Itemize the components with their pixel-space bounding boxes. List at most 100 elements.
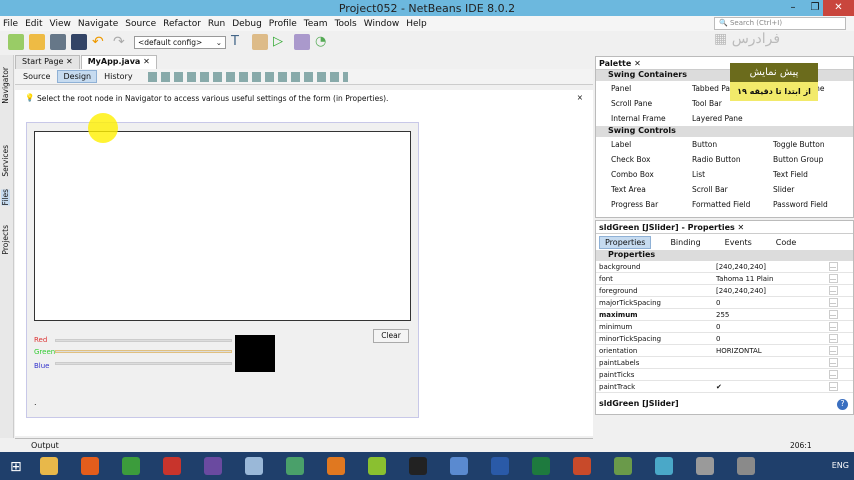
property-row[interactable]: minorTickSpacing 0… [596,333,853,345]
taskbar-app-icon[interactable] [204,457,222,475]
green-slider[interactable] [55,350,232,353]
ellipsis-button[interactable]: … [829,370,838,379]
blue-slider[interactable] [55,362,232,365]
redo-icon[interactable]: ↷ [113,34,129,50]
property-row[interactable]: minimum 0… [596,321,853,333]
drawing-panel[interactable] [34,131,411,321]
profile-icon[interactable]: ◔ [315,34,331,50]
clear-button[interactable]: Clear [373,329,409,343]
menu-edit[interactable]: Edit [25,19,42,29]
menu-profile[interactable]: Profile [269,19,297,29]
taskbar-app-icon[interactable] [81,457,99,475]
palette-item[interactable]: Button Group [758,155,839,164]
undo-icon[interactable]: ↶ [92,34,108,50]
palette-item[interactable]: Scroll Pane [596,99,677,108]
property-value[interactable]: [240,240,240] [716,287,829,295]
palette-item[interactable]: Internal Frame [596,114,677,123]
properties-section[interactable]: Properties [596,250,853,261]
property-row[interactable]: maximum 255… [596,309,853,321]
palette-item[interactable]: Combo Box [596,170,677,179]
ellipsis-button[interactable]: … [829,358,838,367]
source-tab[interactable]: Source [18,71,55,82]
ellipsis-button[interactable]: … [829,274,838,283]
projects-tab[interactable]: Projects [1,225,10,255]
taskbar-app-icon[interactable] [40,457,58,475]
property-value[interactable]: 0 [716,299,829,307]
palette-item[interactable]: Layered Pane [677,114,758,123]
language-indicator[interactable]: ENG [832,461,849,470]
property-row[interactable]: paintTicks… [596,369,853,381]
code-tab[interactable]: Code [771,237,801,248]
menu-navigate[interactable]: Navigate [78,19,118,29]
close-button[interactable]: ✕ [823,0,854,16]
layout-tools-icons[interactable] [147,71,348,82]
taskbar-app-icon[interactable] [368,457,386,475]
new-file-icon[interactable] [29,34,45,50]
palette-group-header[interactable]: Swing Controls [596,126,853,137]
property-row[interactable]: majorTickSpacing 0… [596,297,853,309]
palette-item[interactable]: Check Box [596,155,677,164]
palette-item[interactable]: Slider [758,185,839,194]
palette-item[interactable]: Text Area [596,185,677,194]
palette-item[interactable]: Button [677,140,758,149]
property-row[interactable]: foreground [240,240,240]… [596,285,853,297]
property-row[interactable]: orientation HORIZONTAL… [596,345,853,357]
ellipsis-button[interactable]: … [829,310,838,319]
new-project-icon[interactable] [8,34,24,50]
taskbar-app-icon[interactable] [696,457,714,475]
property-value[interactable]: HORIZONTAL [716,347,829,355]
help-icon[interactable]: ? [837,399,848,410]
property-value[interactable]: 0 [716,335,829,343]
taskbar-app-icon[interactable] [163,457,181,475]
config-select[interactable]: <default config> ⌄ [134,35,226,49]
ellipsis-button[interactable]: … [829,322,838,331]
menu-view[interactable]: View [50,19,71,29]
taskbar-app-icon[interactable] [286,457,304,475]
palette-item[interactable]: Panel [596,84,677,93]
debug-icon[interactable] [294,34,310,50]
events-tab[interactable]: Events [720,237,757,248]
ellipsis-button[interactable]: … [829,334,838,343]
binding-tab[interactable]: Binding [665,237,705,248]
palette-item[interactable]: Formatted Field [677,200,758,209]
menu-team[interactable]: Team [304,19,328,29]
tab-start-page[interactable]: Start Page ✕ [15,55,80,69]
menu-debug[interactable]: Debug [232,19,262,29]
properties-tab[interactable]: Properties [599,235,652,249]
taskbar-app-icon[interactable] [327,457,345,475]
palette-item[interactable]: Progress Bar [596,200,677,209]
output-tab[interactable]: Output [15,438,593,452]
menu-run[interactable]: Run [208,19,225,29]
build-icon[interactable]: T [231,34,247,50]
run-icon[interactable]: ▷ [273,34,289,50]
ellipsis-button[interactable]: … [829,286,838,295]
property-row[interactable]: background [240,240,240]… [596,261,853,273]
menu-file[interactable]: File [3,19,18,29]
red-slider[interactable] [55,339,232,342]
clean-build-icon[interactable] [252,34,268,50]
taskbar-app-icon[interactable] [245,457,263,475]
palette-item[interactable]: Password Field [758,200,839,209]
taskbar-app-icon[interactable] [573,457,591,475]
menu-refactor[interactable]: Refactor [163,19,201,29]
files-tab[interactable]: Files [1,189,10,206]
menu-source[interactable]: Source [125,19,156,29]
property-value[interactable]: 255 [716,311,829,319]
design-tab[interactable]: Design [57,70,98,83]
search-input[interactable]: 🔍 Search (Ctrl+I) [714,17,846,30]
close-hint-icon[interactable]: × [577,93,583,102]
windows-start-icon[interactable]: ⊞ [10,459,22,475]
taskbar-app-icon[interactable] [491,457,509,475]
palette-item[interactable]: List [677,170,758,179]
ellipsis-button[interactable]: … [829,346,838,355]
services-tab[interactable]: Services [1,145,10,177]
taskbar-app-icon[interactable] [122,457,140,475]
property-value[interactable]: ✔ [716,383,829,391]
menu-window[interactable]: Window [364,19,400,29]
navigator-tab[interactable]: Navigator [1,67,10,104]
tab-myapp-java[interactable]: MyApp.java ✕ [80,55,157,69]
taskbar-app-icon[interactable] [655,457,673,475]
property-value[interactable]: [240,240,240] [716,263,829,271]
taskbar-app-icon[interactable] [614,457,632,475]
taskbar-app-icon[interactable] [737,457,755,475]
